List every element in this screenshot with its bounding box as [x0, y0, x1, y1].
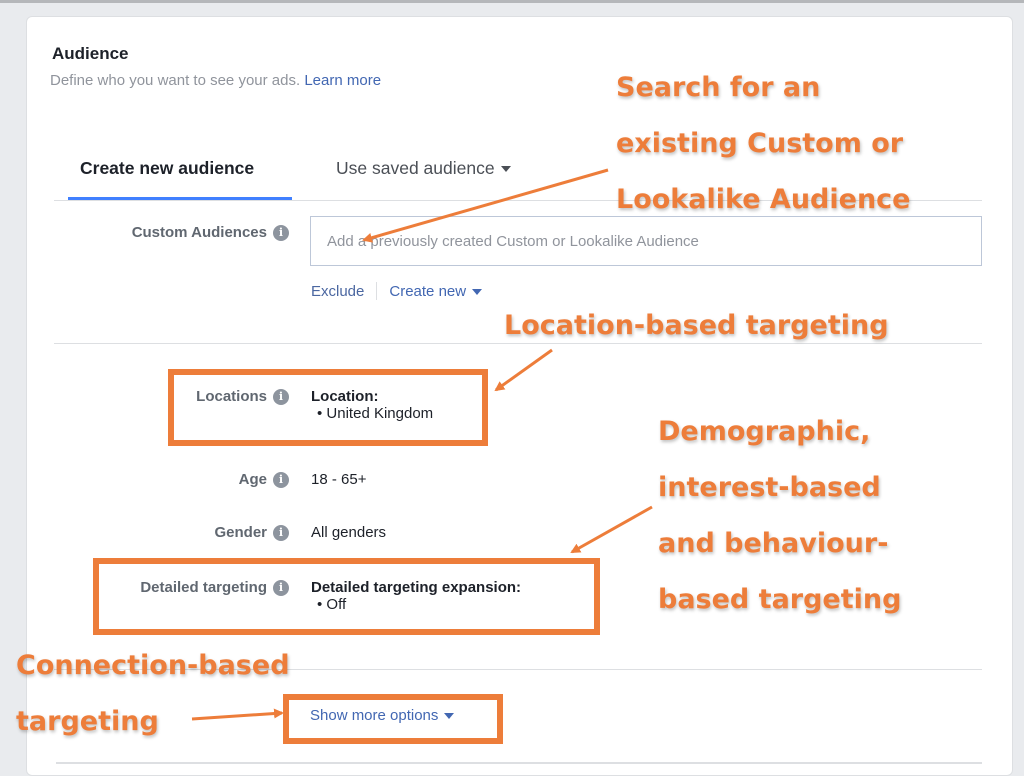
tab-use-saved-audience[interactable]: Use saved audience	[336, 158, 511, 179]
age-label-text: Age	[238, 471, 267, 488]
tab-use-saved-label: Use saved audience	[336, 158, 495, 178]
annotation-line: targeting	[16, 706, 159, 737]
locations-highlight-box	[168, 369, 488, 446]
exclude-link[interactable]: Exclude	[311, 283, 364, 300]
bottom-divider	[56, 762, 982, 764]
gender-label-text: Gender	[214, 524, 267, 541]
annotation-line: based targeting	[658, 584, 902, 615]
annotation-line: Connection-based	[16, 650, 290, 681]
annotation-detailed: Demographic, interest-based and behaviou…	[658, 404, 901, 628]
annotation-line: interest-based	[658, 472, 881, 503]
learn-more-link[interactable]: Learn more	[304, 72, 381, 89]
age-value[interactable]: 18 - 65+	[311, 471, 366, 488]
annotation-line: existing Custom or	[616, 128, 904, 159]
detailed-targeting-highlight-box	[93, 558, 600, 635]
custom-audiences-label-text: Custom Audiences	[131, 224, 267, 241]
info-icon[interactable]: i	[273, 224, 289, 241]
link-separator	[376, 282, 378, 300]
subtitle-text: Define who you want to see your ads.	[50, 72, 301, 89]
tab-create-new-audience[interactable]: Create new audience	[80, 158, 254, 179]
annotation-connection: Connection-based targeting	[16, 638, 290, 750]
custom-audience-actions: Exclude Create new	[311, 282, 483, 300]
create-new-dropdown[interactable]: Create new	[389, 282, 483, 300]
gender-label: Gender i	[214, 524, 289, 541]
create-new-label: Create new	[389, 282, 467, 300]
info-icon[interactable]: i	[273, 524, 289, 541]
annotation-line: and behaviour-	[658, 528, 889, 559]
section-subtitle: Define who you want to see your ads. Lea…	[50, 72, 381, 89]
info-icon[interactable]: i	[273, 471, 289, 488]
annotation-line: Demographic,	[658, 416, 871, 447]
annotation-line: Lookalike Audience	[616, 184, 911, 215]
caret-down-icon	[500, 166, 511, 173]
annotation-location: Location-based targeting	[504, 310, 889, 341]
window-top-edge	[0, 0, 1024, 3]
age-label: Age i	[239, 471, 289, 488]
section-title: Audience	[52, 44, 129, 63]
annotation-line: Search for an	[616, 72, 821, 103]
caret-down-icon	[472, 288, 483, 295]
show-more-highlight-box	[283, 694, 503, 744]
annotation-custom-audience: Search for an existing Custom or Lookali…	[616, 60, 910, 228]
custom-audiences-label: Custom Audiences i	[132, 224, 289, 241]
gender-value[interactable]: All genders	[311, 524, 386, 541]
